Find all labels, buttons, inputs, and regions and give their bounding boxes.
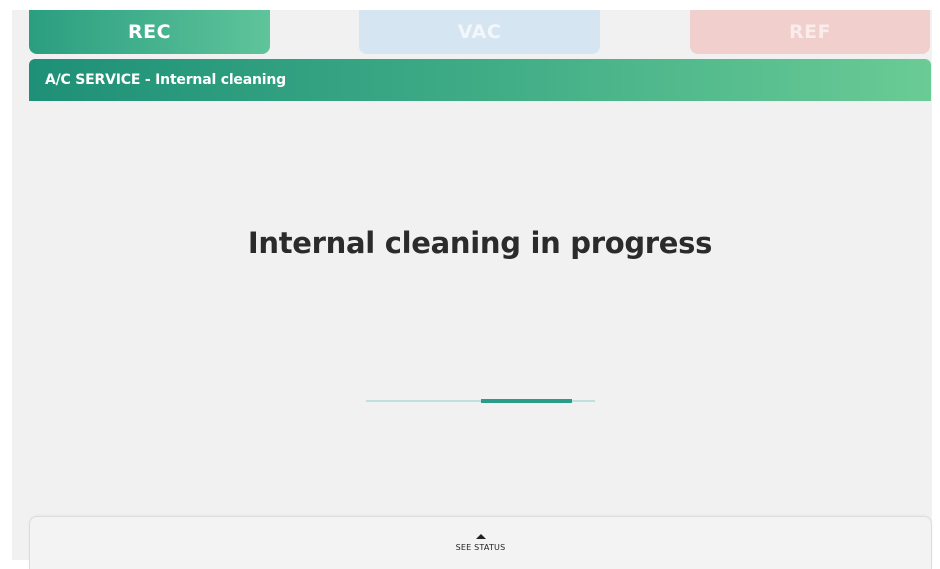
screen: REC VAC REF A/C SERVICE - Internal clean… <box>12 10 932 569</box>
tab-rec[interactable]: REC <box>29 10 270 54</box>
see-status-button[interactable]: SEE STATUS <box>29 516 932 569</box>
tab-ref-label: REF <box>788 21 832 43</box>
header-bar: A/C SERVICE - Internal cleaning <box>29 59 931 101</box>
chevron-up-icon <box>476 534 486 539</box>
tab-ref[interactable]: REF <box>690 10 930 54</box>
status-message: Internal cleaning in progress <box>247 226 713 260</box>
page-title: A/C SERVICE - Internal cleaning <box>45 72 286 88</box>
tab-rec-label: REC <box>127 21 172 43</box>
progress-indicator <box>481 399 572 403</box>
progress-bar <box>366 399 595 403</box>
tab-vac[interactable]: VAC <box>359 10 600 54</box>
main-panel: Internal cleaning in progress <box>29 101 931 511</box>
tab-vac-label: VAC <box>457 21 502 43</box>
see-status-label: SEE STATUS <box>455 543 506 552</box>
